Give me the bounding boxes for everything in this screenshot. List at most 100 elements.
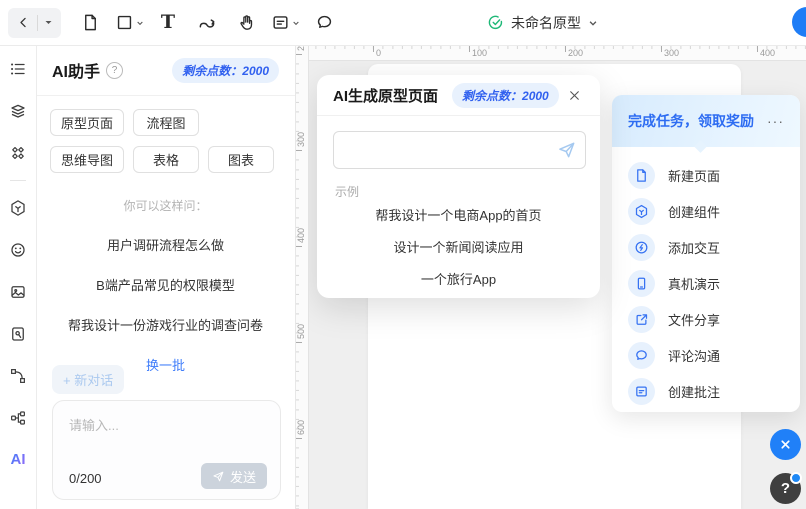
task-label: 添加交互 (668, 238, 720, 257)
help-icon[interactable]: ? (106, 62, 123, 79)
hand-tool-button[interactable] (231, 8, 261, 38)
layers-icon[interactable] (9, 102, 27, 120)
chat-input-card: 0/200 发送 (52, 400, 281, 500)
ai-generate-modal: AI生成原型页面 剩余点数：2000 示例 帮我设计一个电商App的首页 设计一… (317, 75, 600, 298)
tasks-header-label: 完成任务，领取奖励 (628, 111, 754, 131)
task-item-add-interaction[interactable]: 添加交互 (612, 229, 800, 265)
close-icon (779, 438, 792, 451)
image-icon[interactable] (9, 283, 27, 301)
suggestion-item[interactable]: B端产品常见的权限模型 (36, 275, 295, 294)
help-button[interactable]: ? (770, 473, 801, 504)
points-badge: 剩余点数：2000 (452, 83, 559, 108)
examples-list: 帮我设计一个电商App的首页 设计一个新闻阅读应用 一个旅行App (317, 205, 600, 301)
close-icon[interactable] (564, 85, 584, 105)
canvas-area: 0100200300400 200300400500600 AI生成原型页面 剩… (295, 45, 806, 509)
caret-down-icon (588, 18, 598, 28)
ai-assistant-panel: AI助手 ? 剩余点数：2000 原型页面 流程图 思维导图 表格 图表 你可以… (36, 45, 296, 509)
task-label: 新建页面 (668, 166, 720, 185)
divider (37, 15, 38, 31)
file-share-icon (628, 306, 655, 333)
task-label: 真机演示 (668, 274, 720, 293)
suggestion-item[interactable]: 帮我设计一份游戏行业的调查问卷 (36, 315, 295, 334)
tasks-panel-header: 完成任务，领取奖励 ··· (612, 95, 800, 147)
back-button[interactable] (8, 8, 61, 38)
add-interaction-icon (628, 234, 655, 261)
points-badge: 剩余点数：2000 (172, 58, 279, 83)
frame-tool-button[interactable] (114, 8, 144, 38)
comment-icon (315, 13, 334, 32)
task-item-annotation[interactable]: 创建批注 (612, 373, 800, 409)
task-label: 创建组件 (668, 202, 720, 221)
send-button[interactable]: 发送 (201, 463, 267, 489)
comment-tool-button[interactable] (309, 8, 339, 38)
connector-tool-button[interactable] (192, 8, 222, 38)
example-item[interactable]: 一个旅行App (317, 269, 600, 288)
frame-icon (115, 13, 134, 32)
create-component-icon (628, 198, 655, 225)
task-item-device-preview[interactable]: 真机演示 (612, 265, 800, 301)
pages-list-icon[interactable] (9, 60, 27, 78)
emoji-icon[interactable] (9, 241, 27, 259)
chip-table[interactable]: 表格 (133, 146, 199, 173)
paper-plane-icon[interactable] (557, 140, 577, 160)
components-icon[interactable] (9, 144, 27, 162)
divider (10, 180, 26, 181)
modal-title: AI生成原型页面 (333, 85, 438, 106)
chip-mindmap[interactable]: 思维导图 (50, 146, 124, 173)
new-page-icon (628, 162, 655, 189)
task-label: 评论沟通 (668, 346, 720, 365)
ai-type-chips: 原型页面 流程图 思维导图 表格 图表 (36, 96, 295, 173)
prompt-input-wrap (333, 131, 586, 169)
annotation-icon (628, 378, 655, 405)
modal-header: AI生成原型页面 剩余点数：2000 (317, 75, 600, 116)
flow-icon[interactable] (9, 409, 27, 427)
task-item-new-page[interactable]: 新建页面 (612, 157, 800, 193)
connector-icon (197, 13, 217, 33)
vector-icon[interactable] (9, 367, 27, 385)
prompt-input[interactable] (334, 132, 551, 168)
page-tool-button[interactable] (75, 8, 105, 38)
template-icon[interactable] (9, 325, 27, 343)
user-avatar[interactable] (792, 7, 806, 37)
dismiss-tasks-button[interactable] (770, 429, 801, 460)
sidebar: AI (0, 45, 37, 509)
example-item[interactable]: 设计一个新闻阅读应用 (317, 237, 600, 256)
task-label: 文件分享 (668, 310, 720, 329)
ruler-vertical: 200300400500600 (295, 45, 309, 509)
chip-prototype-page[interactable]: 原型页面 (50, 109, 124, 136)
new-chat-button[interactable]: + 新对话 (52, 365, 124, 394)
note-icon (271, 13, 290, 32)
caret-down-icon (292, 19, 300, 27)
task-label: 创建批注 (668, 382, 720, 401)
more-icon[interactable]: ··· (767, 114, 784, 128)
task-item-create-component[interactable]: 创建组件 (612, 193, 800, 229)
send-label: 发送 (230, 467, 256, 486)
toolbar-tools: T (75, 8, 339, 38)
device-preview-icon (628, 270, 655, 297)
task-item-file-share[interactable]: 文件分享 (612, 301, 800, 337)
ai-panel-title: AI助手 (52, 58, 100, 82)
comment-icon (628, 342, 655, 369)
caret-down-icon (44, 18, 53, 27)
note-tool-button[interactable] (270, 8, 300, 38)
saved-check-icon (487, 14, 504, 31)
chip-flowchart[interactable]: 流程图 (133, 109, 199, 136)
chip-chart[interactable]: 图表 (208, 146, 274, 173)
text-tool-button[interactable]: T (153, 8, 183, 38)
suggestion-item[interactable]: 用户调研流程怎么做 (36, 235, 295, 254)
ai-assistant-entry[interactable]: AI (11, 451, 26, 468)
paper-plane-icon (212, 470, 225, 483)
chevron-left-icon (16, 15, 31, 30)
document-title[interactable]: 未命名原型 (487, 0, 598, 45)
example-item[interactable]: 帮我设计一个电商App的首页 (317, 205, 600, 224)
suggestion-hint: 你可以这样问： (36, 197, 295, 214)
hand-icon (237, 13, 256, 32)
tasks-panel: 完成任务，领取奖励 ··· 新建页面 创建组件 添加交互 (612, 95, 800, 412)
topbar: T 未命名原型 (0, 0, 806, 46)
material-icon[interactable] (9, 199, 27, 217)
task-item-comment[interactable]: 评论沟通 (612, 337, 800, 373)
chat-input[interactable] (67, 413, 261, 457)
document-title-label: 未命名原型 (511, 13, 581, 33)
text-icon: T (161, 13, 175, 32)
char-counter: 0/200 (69, 471, 102, 486)
